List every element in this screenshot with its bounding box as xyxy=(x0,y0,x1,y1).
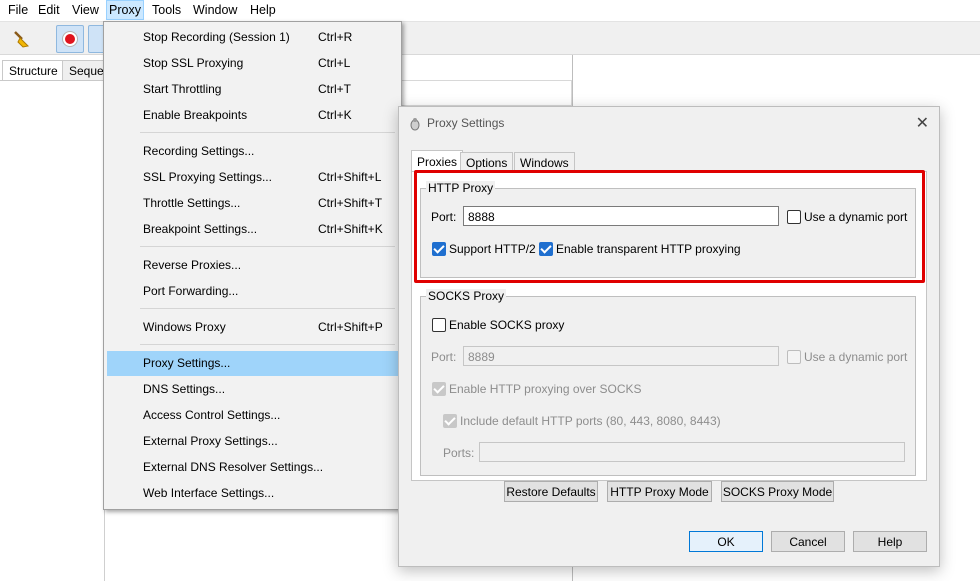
ports-input[interactable] xyxy=(479,442,905,462)
menu-item-windows-proxy[interactable]: Windows Proxy Ctrl+Shift+P xyxy=(107,315,398,340)
content-header xyxy=(400,80,572,106)
menu-item-enable-breakpoints[interactable]: Enable Breakpoints Ctrl+K xyxy=(107,103,398,128)
menu-item-stop-recording[interactable]: Stop Recording (Session 1) Ctrl+R xyxy=(107,25,398,50)
ports-label: Ports: xyxy=(443,446,475,460)
menu-item-dns-settings[interactable]: DNS Settings... xyxy=(107,377,398,402)
socks-proxy-title: SOCKS Proxy xyxy=(426,289,507,303)
menu-item-stop-ssl[interactable]: Stop SSL Proxying Ctrl+L xyxy=(107,51,398,76)
menu-item-proxy-settings[interactable]: Proxy Settings... xyxy=(107,351,398,376)
tab-divider xyxy=(0,80,104,81)
structure-pane xyxy=(0,55,105,581)
dialog-title: Proxy Settings xyxy=(427,116,505,130)
socks-proxy-group: SOCKS Proxy Enable SOCKS proxy Port: 888… xyxy=(420,289,916,476)
http-proxy-mode-button[interactable]: HTTP Proxy Mode xyxy=(607,481,712,502)
socks-dynamic-port-label: Use a dynamic port xyxy=(804,350,908,364)
record-button[interactable] xyxy=(56,25,84,53)
ok-button[interactable]: OK xyxy=(689,531,763,552)
socks-proxy-mode-button[interactable]: SOCKS Proxy Mode xyxy=(721,481,834,502)
menu-edit[interactable]: Edit xyxy=(38,3,60,17)
help-button[interactable]: Help xyxy=(853,531,927,552)
menu-item-throttle-settings[interactable]: Throttle Settings... Ctrl+Shift+T xyxy=(107,191,398,216)
broom-icon[interactable] xyxy=(8,25,36,53)
menu-item-web-interface[interactable]: Web Interface Settings... xyxy=(107,481,398,506)
menu-proxy[interactable]: Proxy xyxy=(106,0,144,20)
menu-item-reverse-proxies[interactable]: Reverse Proxies... xyxy=(107,253,398,278)
tab-structure[interactable]: Structure xyxy=(2,60,65,81)
menu-help[interactable]: Help xyxy=(250,3,276,17)
app-icon xyxy=(409,117,421,134)
menu-tools[interactable]: Tools xyxy=(152,3,181,17)
menu-separator xyxy=(140,344,395,345)
menu-item-access-control[interactable]: Access Control Settings... xyxy=(107,403,398,428)
restore-defaults-button[interactable]: Restore Defaults xyxy=(504,481,598,502)
close-icon[interactable]: ✕ xyxy=(916,113,929,133)
socks-dynamic-port-checkbox[interactable] xyxy=(787,350,801,364)
include-ports-checkbox[interactable] xyxy=(443,414,457,428)
socks-port-input[interactable]: 8889 xyxy=(463,346,779,366)
include-ports-label: Include default HTTP ports (80, 443, 808… xyxy=(460,414,721,428)
http-over-socks-label: Enable HTTP proxying over SOCKS xyxy=(449,382,642,396)
menu-item-recording-settings[interactable]: Recording Settings... xyxy=(107,139,398,164)
http-over-socks-checkbox[interactable] xyxy=(432,382,446,396)
annotation-highlight-box xyxy=(414,170,925,283)
menu-item-breakpoint-settings[interactable]: Breakpoint Settings... Ctrl+Shift+K xyxy=(107,217,398,242)
menu-window[interactable]: Window xyxy=(193,3,237,17)
enable-socks-label: Enable SOCKS proxy xyxy=(449,318,565,332)
menu-item-port-forwarding[interactable]: Port Forwarding... xyxy=(107,279,398,304)
menu-file[interactable]: File xyxy=(8,3,28,17)
menu-item-external-proxy[interactable]: External Proxy Settings... xyxy=(107,429,398,454)
menu-separator xyxy=(140,246,395,247)
cancel-button[interactable]: Cancel xyxy=(771,531,845,552)
menu-separator xyxy=(140,132,395,133)
menu-separator xyxy=(140,308,395,309)
menu-view[interactable]: View xyxy=(72,3,99,17)
enable-socks-checkbox[interactable] xyxy=(432,318,446,332)
menu-bar: File Edit View Proxy Tools Window Help xyxy=(0,0,980,22)
socks-port-label: Port: xyxy=(431,350,457,364)
menu-item-ssl-settings[interactable]: SSL Proxying Settings... Ctrl+Shift+L xyxy=(107,165,398,190)
proxy-menu-dropdown: Stop Recording (Session 1) Ctrl+R Stop SS… xyxy=(103,21,402,510)
menu-item-external-dns[interactable]: External DNS Resolver Settings... xyxy=(107,455,398,480)
menu-item-start-throttling[interactable]: Start Throttling Ctrl+T xyxy=(107,77,398,102)
